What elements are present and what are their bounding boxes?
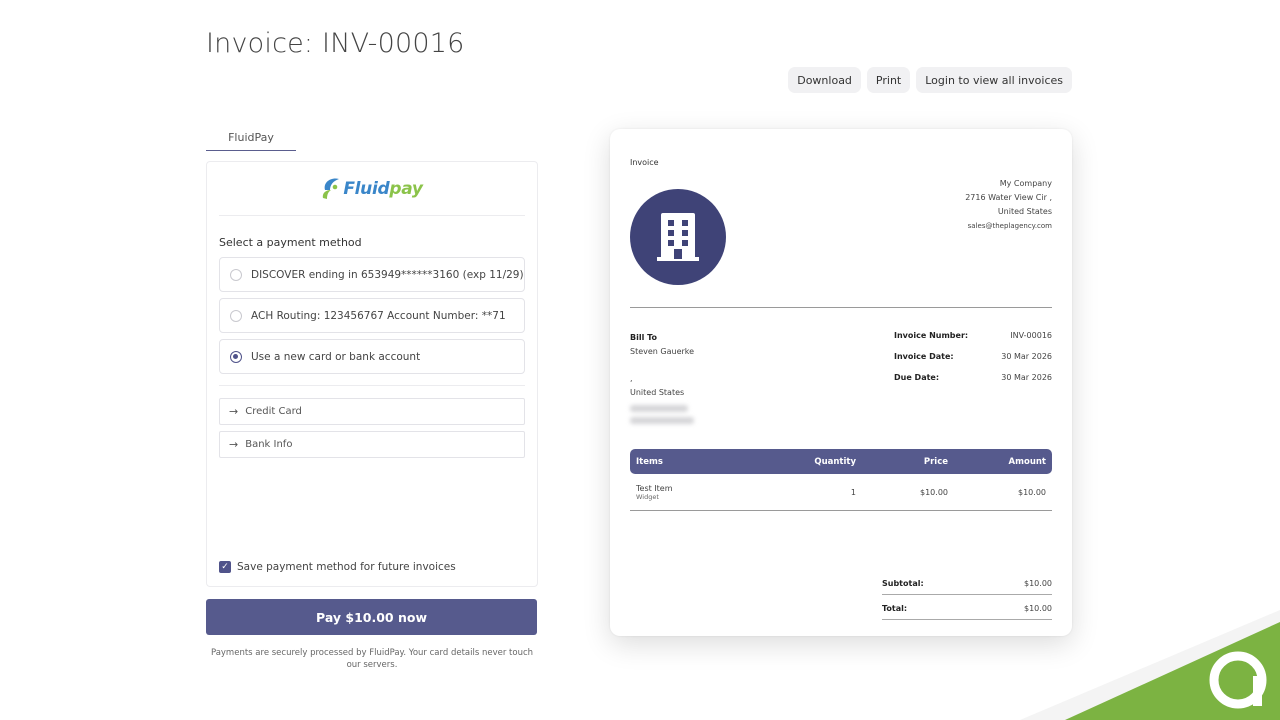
company-address: 2716 Water View Cir , <box>965 193 1052 202</box>
item-price: $10.00 <box>920 487 948 497</box>
download-button[interactable]: Download <box>788 67 861 93</box>
login-button[interactable]: Login to view all invoices <box>916 67 1072 93</box>
method-new[interactable]: Use a new card or bank account <box>219 339 525 374</box>
accordion-label: Credit Card <box>245 406 302 417</box>
method-discover[interactable]: DISCOVER ending in 653949******3160 (exp… <box>219 257 525 292</box>
print-button[interactable]: Print <box>866 67 911 93</box>
meta-row: Invoice Number: INV-00016 <box>894 331 1052 340</box>
payment-methods: DISCOVER ending in 653949******3160 (exp… <box>219 257 525 374</box>
col-price: Price <box>923 456 948 467</box>
pay-button[interactable]: Pay $10.00 now <box>206 599 537 635</box>
company-info: My Company 2716 Water View Cir , United … <box>965 177 1052 233</box>
item-amount: $10.00 <box>1018 487 1046 497</box>
building-icon <box>657 213 699 261</box>
radio-new[interactable] <box>230 350 242 363</box>
accordion-label: Bank Info <box>245 439 293 450</box>
company-country: United States <box>997 207 1052 216</box>
company-email: sales@theplagency.com <box>967 222 1052 230</box>
divider <box>219 385 525 386</box>
item-quantity: 1 <box>850 487 856 497</box>
redacted-email <box>630 417 694 424</box>
redacted-phone <box>630 405 688 412</box>
checkmark-icon: ✓ <box>221 562 229 572</box>
arrow-right-icon: → <box>229 405 239 418</box>
col-items: Items <box>636 456 663 467</box>
invoice-label: Invoice <box>630 158 659 167</box>
radio-discover[interactable] <box>230 268 242 281</box>
meta-row: Invoice Date: 30 Mar 2026 <box>894 352 1052 361</box>
save-method-checkbox[interactable]: ✓ <box>219 561 231 573</box>
bill-to-line: , <box>630 374 633 383</box>
invoice-meta: Invoice Number: INV-00016 Invoice Date: … <box>894 331 1052 394</box>
items-header: Items Quantity Price Amount <box>630 449 1052 474</box>
bill-to-name: Steven Gauerke <box>630 347 695 356</box>
radio-ach[interactable] <box>230 309 242 322</box>
fluidpay-logo-row: Fluidpay <box>219 162 525 216</box>
invoice-divider <box>630 307 1052 308</box>
tab-fluidpay[interactable]: FluidPay <box>206 131 296 151</box>
item-name: Test Item <box>636 483 673 493</box>
subtotal-row: Subtotal: $10.00 <box>882 573 1052 595</box>
brand-logo-icon <box>323 178 340 199</box>
payment-card: Fluidpay Select a payment method DISCOVE… <box>206 161 538 587</box>
save-method-label: Save payment method for future invoices <box>237 561 456 573</box>
invoice-preview: Invoice My Company 2716 Water View Cir ,… <box>610 129 1072 636</box>
meta-row: Due Date: 30 Mar 2026 <box>894 373 1052 382</box>
table-row: Test Item Widget 1 $10.00 $10.00 <box>630 474 1052 511</box>
arrow-right-icon: → <box>229 438 239 451</box>
items-table: Items Quantity Price Amount Test Item Wi… <box>630 449 1052 511</box>
select-method-label: Select a payment method <box>219 236 362 249</box>
company-logo <box>630 189 726 285</box>
method-label: ACH Routing: 123456767 Account Number: *… <box>251 309 506 322</box>
bill-to-heading: Bill To <box>630 333 657 342</box>
payment-panel: FluidPay Fluidpay Select a payment metho… <box>206 126 538 671</box>
save-method-row: ✓ Save payment method for future invoice… <box>219 561 456 573</box>
method-ach[interactable]: ACH Routing: 123456767 Account Number: *… <box>219 298 525 333</box>
corner-brand-decoration <box>1020 610 1280 720</box>
logo-text-pay: pay <box>389 178 423 199</box>
company-name: My Company <box>999 179 1052 188</box>
fluidpay-logo: Fluidpay <box>321 176 423 202</box>
bill-to-country: United States <box>630 388 685 397</box>
logo-text-fluid: Fluid <box>343 178 390 199</box>
method-label: DISCOVER ending in 653949******3160 (exp… <box>251 268 524 281</box>
page-title: Invoice: INV-00016 <box>206 28 465 59</box>
secure-note: Payments are securely processed by Fluid… <box>210 648 534 670</box>
method-label: Use a new card or bank account <box>251 350 421 363</box>
item-sub: Widget <box>636 492 659 501</box>
bank-info-accordion[interactable]: → Bank Info <box>219 431 525 458</box>
col-amount: Amount <box>1008 456 1046 467</box>
invoice-actions: Download Print Login to view all invoice… <box>788 67 1072 93</box>
credit-card-accordion[interactable]: → Credit Card <box>219 398 525 425</box>
col-quantity: Quantity <box>814 456 856 467</box>
bill-to: Bill To Steven Gauerke , United States <box>630 331 694 424</box>
